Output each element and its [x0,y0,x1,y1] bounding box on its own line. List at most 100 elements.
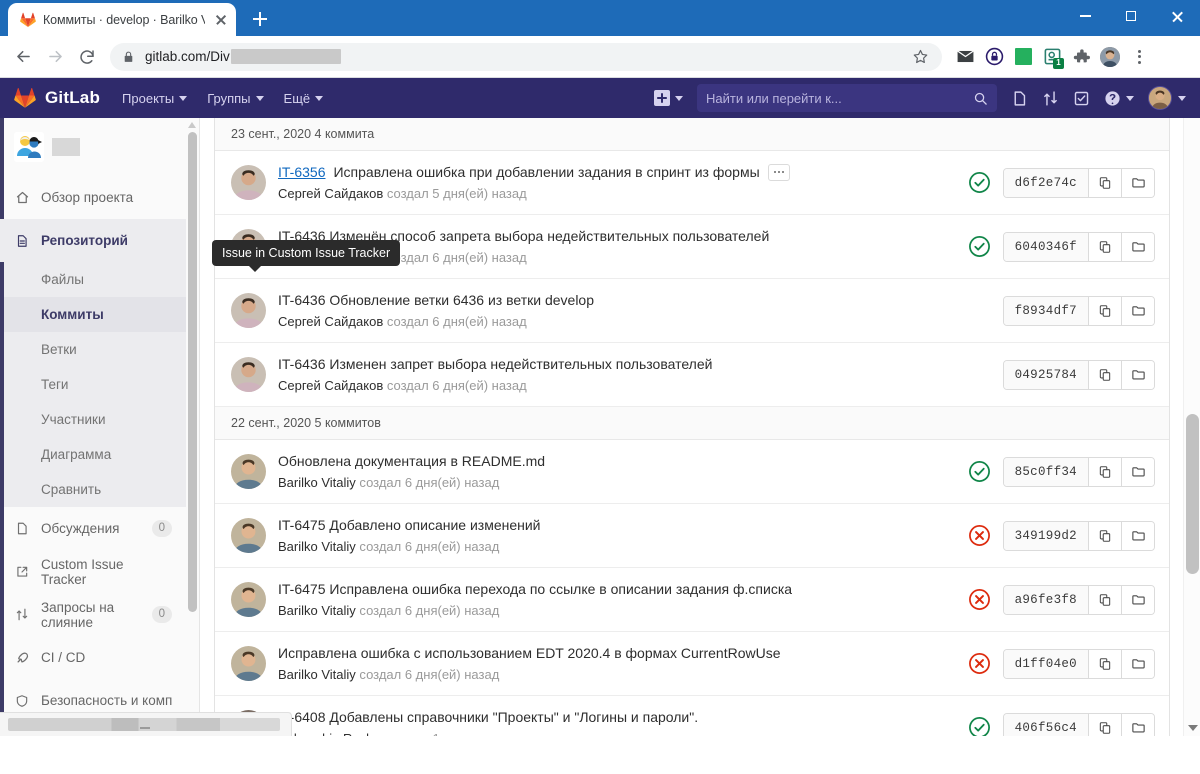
table-row[interactable]: Обновлена документация в README.md Baril… [215,440,1169,504]
commit-title[interactable]: IT-6408 Добавлены справочники "Проекты" … [278,707,698,727]
commit-sha[interactable]: 6040346f [1004,233,1088,261]
star-icon[interactable] [912,48,930,66]
commit-title[interactable]: Обновлена документация в README.md [278,451,545,471]
back-arrow-icon[interactable] [8,42,38,72]
commit-author[interactable]: Сергей Сайдаков [278,378,383,393]
commit-sha[interactable]: 406f56c4 [1004,714,1088,737]
issues-icon[interactable] [1011,90,1028,107]
merge-requests-icon[interactable] [1042,90,1059,107]
commit-title[interactable]: IT-6475 Добавлено описание изменений [278,515,541,535]
gitlab-logo[interactable]: GitLab [14,87,100,109]
commit-author[interactable]: Barilko Vitaliy [278,475,356,490]
browse-files-icon[interactable] [1121,233,1154,261]
pipeline-status-failed-icon[interactable] [968,524,991,547]
pipeline-status-success-icon[interactable] [968,171,991,194]
new-dropdown-button[interactable] [654,90,683,106]
commit-sha[interactable]: d1ff04e0 [1004,650,1088,678]
copy-sha-icon[interactable] [1088,458,1121,486]
minimize-button[interactable] [1062,0,1108,32]
avatar[interactable] [231,165,266,200]
green-square-extension-icon[interactable] [1010,44,1036,70]
browse-files-icon[interactable] [1121,714,1154,737]
sidebar-item-compare[interactable]: Сравнить [0,472,186,507]
horizontal-scrollbar[interactable] [0,712,292,736]
copy-sha-icon[interactable] [1088,233,1121,261]
sidebar-project-header[interactable] [0,118,186,176]
copy-sha-icon[interactable] [1088,169,1121,197]
table-row[interactable]: IT-6475 Исправлена ошибка перехода по сс… [215,568,1169,632]
chrome-profile-avatar[interactable] [1097,44,1123,70]
puzzle-extensions-icon[interactable] [1068,44,1094,70]
nav-projects[interactable]: Проекты [122,91,187,106]
commit-sha[interactable]: 04925784 [1004,361,1088,389]
todos-icon[interactable] [1073,90,1090,107]
avatar[interactable] [231,646,266,681]
table-row[interactable]: IT-6356 Исправлена ошибка при добавлении… [215,151,1169,215]
chrome-menu-icon[interactable] [1126,44,1152,70]
forward-arrow-icon[interactable] [40,42,70,72]
commit-author[interactable]: Сергей Сайдаков [278,314,383,329]
browse-files-icon[interactable] [1121,169,1154,197]
browse-files-icon[interactable] [1121,361,1154,389]
sidebar-item-issues[interactable]: Обсуждения 0 [0,507,186,550]
maximize-button[interactable] [1108,0,1154,32]
avatar[interactable] [231,357,266,392]
pipeline-status-failed-icon[interactable] [968,588,991,611]
sidebar-item-repository[interactable]: Репозиторий [0,219,186,262]
sidebar-item-commits[interactable]: Коммиты [0,297,186,332]
sidebar-item-merge-requests[interactable]: Запросы на слияние 0 [0,593,186,636]
browse-files-icon[interactable] [1121,297,1154,325]
new-tab-button[interactable] [246,5,274,33]
copy-sha-icon[interactable] [1088,297,1121,325]
sidebar-item-project-overview[interactable]: Обзор проекта [0,176,186,219]
pipeline-status-success-icon[interactable] [968,716,991,736]
browse-files-icon[interactable] [1121,650,1154,678]
commit-author[interactable]: Barilko Vitaliy [278,667,356,682]
copy-sha-icon[interactable] [1088,714,1121,737]
avatar[interactable] [231,454,266,489]
sidebar-item-branches[interactable]: Ветки [0,332,186,367]
copy-sha-icon[interactable] [1088,650,1121,678]
commit-sha[interactable]: a96fe3f8 [1004,586,1088,614]
commit-title[interactable]: Исправлена ошибка с использованием EDT 2… [278,643,781,663]
commit-sha[interactable]: d6f2e74c [1004,169,1088,197]
table-row[interactable]: IT-6475 Добавлено описание изменений Bar… [215,504,1169,568]
page-scrollbar[interactable] [1183,118,1200,736]
sidebar-item-graph[interactable]: Диаграмма [0,437,186,472]
sidebar-item-contributors[interactable]: Участники [0,402,186,437]
pipeline-status-success-icon[interactable] [968,460,991,483]
nav-groups[interactable]: Группы [207,91,263,106]
sidebar-scrollbar-thumb[interactable] [188,132,197,612]
avatar[interactable] [231,293,266,328]
horizontal-scrollbar-thumb[interactable] [8,718,280,731]
sidebar-scrollbar[interactable] [185,118,199,736]
table-row[interactable]: IT-6408 Добавлены справочники "Проекты" … [215,696,1169,736]
sidebar-scroll-up-arrow[interactable] [188,120,196,128]
pipeline-status-failed-icon[interactable] [968,652,991,675]
global-search-box[interactable] [697,84,997,112]
table-row[interactable]: IT-6436 Обновление ветки 6436 из ветки d… [215,279,1169,343]
scroll-down-arrow-icon[interactable] [1188,725,1198,731]
commit-author[interactable]: Сергей Сайдаков [278,186,383,201]
commit-author[interactable]: Solomahin Ruslan [278,731,384,736]
copy-sha-icon[interactable] [1088,522,1121,550]
commit-title[interactable]: IT-6475 Исправлена ошибка перехода по сс… [278,579,792,599]
commit-sha[interactable]: 349199d2 [1004,522,1088,550]
commit-description-toggle[interactable] [768,164,790,181]
avatar[interactable] [231,518,266,553]
sidebar-item-custom-issue-tracker[interactable]: Custom Issue Tracker [0,550,186,593]
commit-sha[interactable]: f8934df7 [1004,297,1088,325]
nav-more[interactable]: Ещё [284,91,324,106]
user-avatar-menu[interactable] [1148,86,1186,110]
close-button[interactable] [1154,0,1200,32]
help-icon[interactable] [1104,90,1134,107]
table-row[interactable]: IT-6436 Изменен запрет выбора недействит… [215,343,1169,407]
sidebar-item-ci-cd[interactable]: CI / CD [0,636,186,679]
tab-close-icon[interactable] [212,11,230,29]
commit-author[interactable]: Barilko Vitaliy [278,539,356,554]
notes-extension-icon[interactable]: 1 [1039,44,1065,70]
mail-extension-icon[interactable] [952,44,978,70]
page-scrollbar-thumb[interactable] [1186,414,1199,574]
browse-files-icon[interactable] [1121,586,1154,614]
avatar[interactable] [231,582,266,617]
